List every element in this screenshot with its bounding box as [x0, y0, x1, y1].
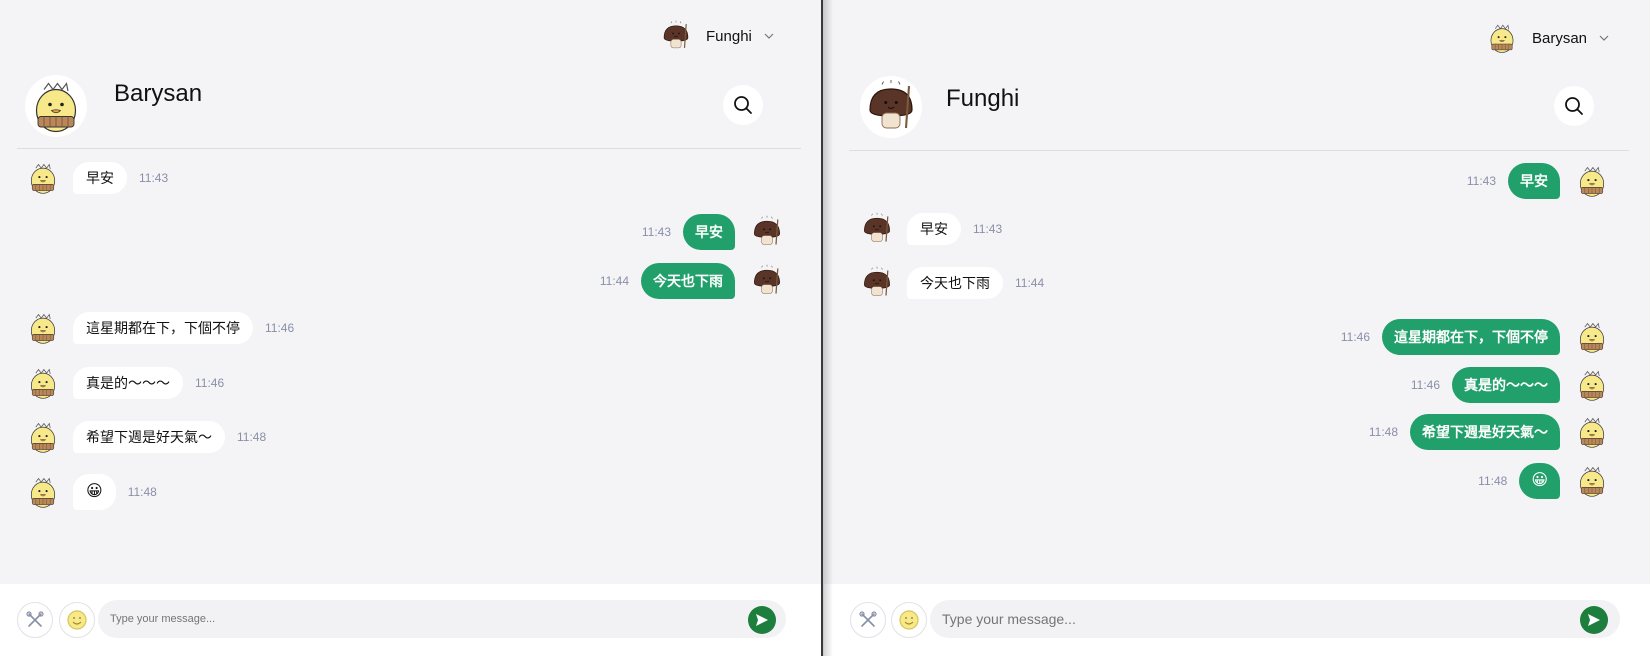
message-composer	[0, 584, 822, 656]
message-time: 11:46	[1410, 378, 1440, 392]
sender-avatar	[859, 265, 895, 301]
message-composer	[824, 584, 1650, 656]
emoji-icon	[899, 610, 919, 630]
current-user-avatar	[658, 18, 694, 54]
current-user-avatar	[1484, 20, 1520, 56]
message-bubble: 早安	[683, 214, 735, 250]
message-time: 11:43	[1466, 174, 1496, 188]
message-bubble: 😀	[73, 474, 116, 510]
send-icon	[1588, 614, 1600, 626]
contact-avatar	[860, 76, 922, 138]
message-bubble: 早安	[73, 162, 127, 194]
message-bubble: 希望下週是好天氣～	[73, 421, 225, 453]
message-bubble: 希望下週是好天氣～	[1410, 414, 1560, 450]
right-chat-pane: Barysan Funghi 11:43 早安 早安 11:43 今天也下雨 1…	[824, 0, 1650, 656]
message-input[interactable]	[930, 600, 1620, 638]
tools-button[interactable]	[850, 602, 886, 638]
message-bubble: 早安	[1508, 163, 1560, 199]
message-input[interactable]	[98, 600, 786, 638]
tools-icon	[859, 611, 877, 627]
message-row: 11:48 希望下週是好天氣～	[1369, 414, 1610, 450]
search-button[interactable]	[1554, 86, 1594, 126]
contact-name: Barysan	[114, 80, 203, 107]
message-time: 11:46	[265, 321, 295, 335]
message-row: 今天也下雨 11:44	[859, 265, 1044, 301]
message-bubble: 😀	[1519, 463, 1560, 499]
message-row: 11:43 早安	[642, 214, 785, 250]
message-time: 11:43	[139, 171, 169, 185]
current-user-name: Barysan	[1532, 29, 1588, 47]
message-time: 11:43	[641, 225, 671, 239]
search-button[interactable]	[723, 85, 763, 125]
user-menu[interactable]: Funghi	[658, 18, 774, 54]
message-bubble: 今天也下雨	[907, 267, 1003, 299]
message-time: 11:48	[1368, 425, 1398, 439]
pane-divider-shadow	[823, 0, 833, 656]
message-time: 11:46	[1340, 330, 1370, 344]
sender-avatar	[1574, 319, 1610, 355]
sender-avatar	[1574, 163, 1610, 199]
chevron-down-icon	[764, 33, 774, 39]
sender-avatar	[25, 474, 61, 510]
message-row: 11:46 真是的～～～	[1411, 367, 1610, 403]
message-row: 11:48 😀	[1478, 463, 1610, 499]
message-time: 11:43	[973, 222, 1003, 236]
message-row: 11:46 這星期都在下，下個不停	[1341, 319, 1610, 355]
sender-avatar	[749, 263, 785, 299]
message-time: 11:44	[1015, 276, 1045, 290]
send-button[interactable]	[1580, 606, 1608, 634]
message-bubble: 這星期都在下，下個不停	[1382, 319, 1560, 355]
search-icon	[1565, 97, 1583, 115]
sender-avatar	[25, 310, 61, 346]
chevron-down-icon	[1599, 35, 1609, 41]
sender-avatar	[859, 211, 895, 247]
contact-avatar	[25, 75, 87, 137]
message-row: 這星期都在下，下個不停 11:46	[25, 310, 294, 346]
message-row: 希望下週是好天氣～ 11:48	[25, 419, 266, 455]
sender-avatar	[25, 160, 61, 196]
emoji-button[interactable]	[59, 602, 95, 638]
message-bubble: 這星期都在下，下個不停	[73, 312, 253, 344]
message-row: 早安 11:43	[859, 211, 1002, 247]
send-icon	[756, 614, 768, 626]
message-time: 11:46	[195, 376, 225, 390]
message-row: 早安 11:43	[25, 160, 168, 196]
message-bubble: 真是的～～～	[1452, 367, 1560, 403]
sender-avatar	[749, 214, 785, 250]
sender-avatar	[25, 365, 61, 401]
message-bubble: 早安	[907, 213, 961, 245]
header-divider	[849, 150, 1629, 151]
sender-avatar	[25, 419, 61, 455]
message-bubble: 今天也下雨	[641, 263, 735, 299]
message-time: 11:48	[127, 485, 157, 499]
message-time: 11:48	[237, 430, 267, 444]
message-row: 11:43 早安	[1467, 163, 1610, 199]
message-row: 11:44 今天也下雨	[600, 263, 785, 299]
message-time: 11:44	[599, 274, 629, 288]
search-icon	[734, 96, 752, 114]
message-time: 11:48	[1478, 474, 1508, 488]
message-row: 真是的～～～ 11:46	[25, 365, 224, 401]
emoji-button[interactable]	[891, 602, 927, 638]
sender-avatar	[1574, 367, 1610, 403]
emoji-icon	[67, 610, 87, 630]
sender-avatar	[1574, 463, 1610, 499]
sender-avatar	[1574, 414, 1610, 450]
tools-button[interactable]	[17, 602, 53, 638]
left-chat-pane: Funghi Barysan 早安 11:43 11:43 早安 11:44 今…	[0, 0, 822, 656]
send-button[interactable]	[748, 606, 776, 634]
contact-name: Funghi	[946, 85, 1020, 112]
header-divider	[17, 148, 801, 149]
user-menu[interactable]: Barysan	[1484, 20, 1609, 56]
message-bubble: 真是的～～～	[73, 367, 183, 399]
current-user-name: Funghi	[706, 27, 752, 45]
message-row: 😀 11:48	[25, 474, 157, 510]
tools-icon	[26, 611, 44, 627]
